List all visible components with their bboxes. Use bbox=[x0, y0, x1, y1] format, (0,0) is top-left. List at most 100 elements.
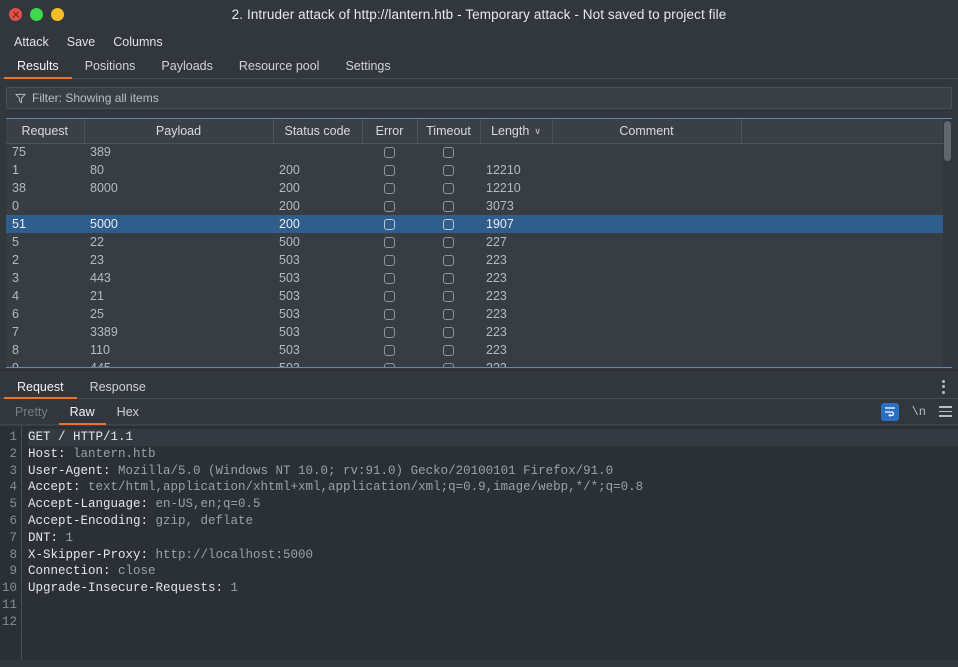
error-checkbox[interactable] bbox=[384, 201, 395, 213]
tab-pretty[interactable]: Pretty bbox=[4, 400, 59, 425]
column-header-payload[interactable]: Payload bbox=[84, 119, 274, 144]
cell-error[interactable] bbox=[362, 305, 417, 323]
cell-error[interactable] bbox=[362, 233, 417, 251]
error-checkbox[interactable] bbox=[384, 219, 395, 231]
timeout-checkbox[interactable] bbox=[443, 201, 454, 213]
timeout-checkbox[interactable] bbox=[443, 255, 454, 267]
error-checkbox[interactable] bbox=[384, 309, 395, 321]
cell-error[interactable] bbox=[362, 323, 417, 341]
error-checkbox[interactable] bbox=[384, 327, 395, 339]
timeout-checkbox[interactable] bbox=[443, 147, 454, 159]
menu-columns[interactable]: Columns bbox=[105, 32, 170, 52]
error-checkbox[interactable] bbox=[384, 363, 395, 367]
results-scrollbar-thumb[interactable] bbox=[944, 121, 951, 161]
timeout-checkbox[interactable] bbox=[443, 219, 454, 231]
error-checkbox[interactable] bbox=[384, 273, 395, 285]
column-header-timeout[interactable]: Timeout bbox=[417, 119, 481, 144]
timeout-checkbox[interactable] bbox=[443, 165, 454, 177]
newline-glyph-icon[interactable]: \n bbox=[912, 405, 926, 419]
tab-request[interactable]: Request bbox=[4, 376, 77, 399]
error-checkbox[interactable] bbox=[384, 183, 395, 195]
tab-raw[interactable]: Raw bbox=[58, 400, 106, 425]
hamburger-menu-icon[interactable] bbox=[939, 406, 952, 417]
cell-timeout[interactable] bbox=[417, 179, 480, 197]
timeout-checkbox[interactable] bbox=[443, 273, 454, 285]
error-checkbox[interactable] bbox=[384, 165, 395, 177]
column-header-status-code[interactable]: Status code bbox=[273, 119, 363, 144]
timeout-checkbox[interactable] bbox=[443, 327, 454, 339]
word-wrap-icon[interactable] bbox=[880, 402, 899, 421]
editor-code-area[interactable]: GET / HTTP/1.1 Host: lantern.htb User-Agen… bbox=[22, 426, 958, 660]
cell-error[interactable] bbox=[362, 251, 417, 269]
cell-timeout[interactable] bbox=[417, 215, 480, 233]
cell-timeout[interactable] bbox=[417, 197, 480, 215]
column-header-request[interactable]: Request bbox=[6, 119, 85, 144]
column-header-length[interactable]: Length ∨ bbox=[480, 119, 553, 144]
results-vertical-scrollbar[interactable] bbox=[943, 119, 952, 367]
menu-save[interactable]: Save bbox=[59, 32, 104, 52]
cell-error[interactable] bbox=[362, 161, 417, 179]
cell-length: 12210 bbox=[486, 163, 521, 177]
cell-timeout[interactable] bbox=[417, 341, 480, 359]
cell-error[interactable] bbox=[362, 215, 417, 233]
tab-hex[interactable]: Hex bbox=[106, 400, 150, 425]
table-row[interactable]: 1 80 200 12210 bbox=[6, 161, 952, 179]
menu-attack[interactable]: Attack bbox=[6, 32, 57, 52]
tab-resource-pool[interactable]: Resource pool bbox=[226, 55, 333, 79]
table-row[interactable]: 2 23 503 223 bbox=[6, 251, 952, 269]
table-row[interactable]: 3 443 503 223 bbox=[6, 269, 952, 287]
table-row[interactable]: 5 22 500 227 bbox=[6, 233, 952, 251]
request-editor[interactable]: 1 2 3 4 5 6 7 8 9 10 11 12 GET / HTTP/1.1 Host: lant… bbox=[0, 425, 958, 660]
cell-error[interactable] bbox=[362, 197, 417, 215]
close-icon[interactable] bbox=[9, 8, 22, 21]
tab-positions[interactable]: Positions bbox=[72, 55, 149, 79]
table-row[interactable]: 9 445 503 223 bbox=[6, 359, 952, 367]
cell-timeout[interactable] bbox=[417, 233, 480, 251]
filter-bar[interactable]: Filter: Showing all items bbox=[6, 87, 952, 109]
table-row[interactable]: 75 389 bbox=[6, 143, 952, 161]
cell-timeout[interactable] bbox=[417, 287, 480, 305]
cell-timeout[interactable] bbox=[417, 143, 480, 161]
cell-error[interactable] bbox=[362, 341, 417, 359]
cell-timeout[interactable] bbox=[417, 251, 480, 269]
timeout-checkbox[interactable] bbox=[443, 363, 454, 367]
tab-settings[interactable]: Settings bbox=[332, 55, 403, 79]
error-checkbox[interactable] bbox=[384, 147, 395, 159]
error-checkbox[interactable] bbox=[384, 291, 395, 303]
cell-error[interactable] bbox=[362, 179, 417, 197]
kebab-menu-icon[interactable] bbox=[936, 375, 950, 398]
maximize-icon[interactable] bbox=[30, 8, 43, 21]
cell-timeout[interactable] bbox=[417, 269, 480, 287]
table-row[interactable]: 38 8000 200 12210 bbox=[6, 179, 952, 197]
error-checkbox[interactable] bbox=[384, 345, 395, 357]
table-row[interactable]: 0 200 3073 bbox=[6, 197, 952, 215]
cell-error[interactable] bbox=[362, 269, 417, 287]
table-row[interactable]: 7 3389 503 223 bbox=[6, 323, 952, 341]
cell-timeout[interactable] bbox=[417, 305, 480, 323]
timeout-checkbox[interactable] bbox=[443, 345, 454, 357]
cell-error[interactable] bbox=[362, 287, 417, 305]
column-header-comment[interactable]: Comment bbox=[552, 119, 742, 144]
table-row[interactable]: 51 5000 200 1907 bbox=[6, 215, 952, 233]
cell-error[interactable] bbox=[362, 359, 417, 367]
timeout-checkbox[interactable] bbox=[443, 291, 454, 303]
tab-response[interactable]: Response bbox=[77, 376, 159, 399]
table-row[interactable]: 6 25 503 223 bbox=[6, 305, 952, 323]
error-checkbox[interactable] bbox=[384, 237, 395, 249]
table-row[interactable]: 4 21 503 223 bbox=[6, 287, 952, 305]
minimize-icon[interactable] bbox=[51, 8, 64, 21]
cell-error[interactable] bbox=[362, 143, 417, 161]
column-header-error[interactable]: Error bbox=[362, 119, 418, 144]
error-checkbox[interactable] bbox=[384, 255, 395, 267]
cell-timeout[interactable] bbox=[417, 323, 480, 341]
timeout-checkbox[interactable] bbox=[443, 309, 454, 321]
tab-results[interactable]: Results bbox=[4, 55, 72, 79]
tab-payloads[interactable]: Payloads bbox=[148, 55, 225, 79]
cell-comment bbox=[552, 161, 741, 179]
header-name: DNT: bbox=[28, 530, 59, 545]
cell-timeout[interactable] bbox=[417, 359, 480, 367]
cell-timeout[interactable] bbox=[417, 161, 480, 179]
timeout-checkbox[interactable] bbox=[443, 183, 454, 195]
table-row[interactable]: 8 110 503 223 bbox=[6, 341, 952, 359]
timeout-checkbox[interactable] bbox=[443, 237, 454, 249]
